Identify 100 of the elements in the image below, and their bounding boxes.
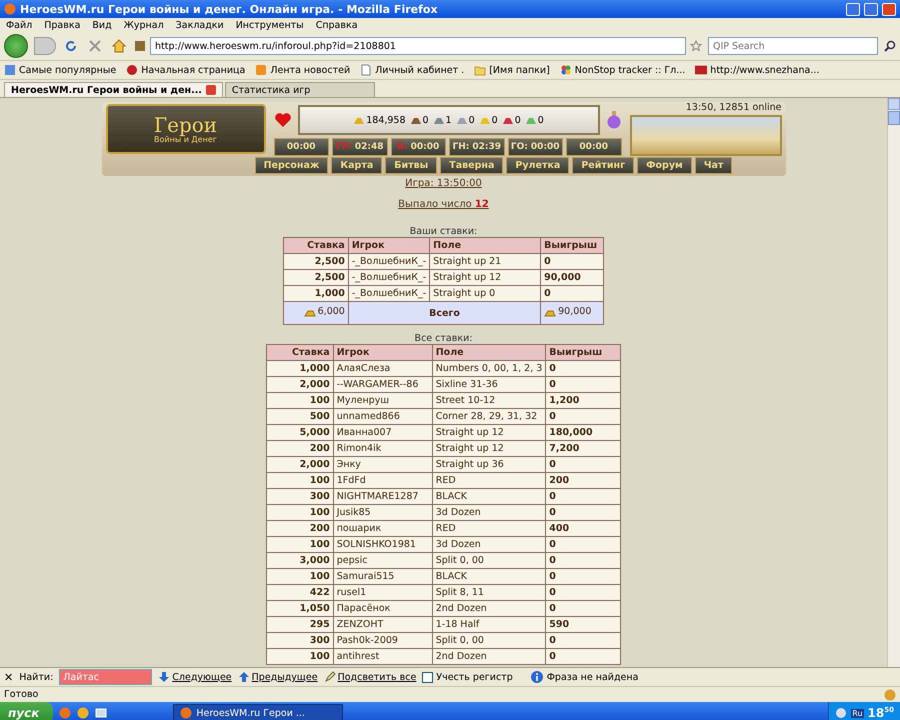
taskbar-button[interactable]: HeroesWM.ru Герои ... bbox=[173, 704, 344, 720]
table-cell: Straight up 12 bbox=[432, 424, 546, 440]
nav-button[interactable]: Рейтинг bbox=[572, 157, 634, 174]
search-field[interactable]: QIP Search bbox=[708, 37, 878, 55]
menu-item[interactable]: Журнал bbox=[124, 20, 164, 30]
nav-button[interactable]: Персонаж bbox=[254, 157, 328, 174]
bookmark-link[interactable]: http://www.snezhana... bbox=[695, 64, 820, 76]
site-icon bbox=[134, 40, 146, 52]
heart-icon[interactable] bbox=[274, 112, 292, 128]
table-cell: Split 8, 11 bbox=[432, 584, 546, 600]
table-cell: 3d Dozen bbox=[432, 536, 546, 552]
match-case-checkbox[interactable]: Учесть регистр bbox=[422, 672, 513, 682]
app-icon[interactable] bbox=[77, 707, 90, 719]
home-icon bbox=[112, 39, 126, 53]
timer: ГР: 02:48 bbox=[332, 138, 388, 156]
nav-button[interactable]: Битвы bbox=[385, 157, 438, 174]
table-cell: Straight up 12 bbox=[432, 440, 546, 456]
minimize-button[interactable] bbox=[846, 2, 860, 16]
menu-item[interactable]: Файл bbox=[6, 20, 32, 30]
table-cell: 200 bbox=[266, 440, 334, 456]
table-cell: 0 bbox=[546, 536, 621, 552]
table-cell: 0 bbox=[546, 376, 621, 392]
menu-item[interactable]: Вид bbox=[92, 20, 112, 30]
bookmark-link[interactable]: Самые популярные bbox=[4, 64, 116, 76]
bookmark-link[interactable]: Начальная страница bbox=[126, 64, 246, 76]
table-cell: 100 bbox=[266, 648, 334, 664]
maximize-button[interactable] bbox=[864, 2, 878, 16]
column-header: Игрок bbox=[348, 238, 430, 254]
stop-icon bbox=[89, 40, 101, 52]
table-cell: 0 bbox=[546, 488, 621, 504]
table-cell: АлаяСлеза bbox=[333, 360, 432, 376]
table-cell: 5,000 bbox=[266, 424, 334, 440]
highlight-all-button[interactable]: Подсветить все bbox=[324, 671, 416, 683]
nav-button[interactable]: Таверна bbox=[440, 157, 504, 174]
result-link[interactable]: Выпало число 12 bbox=[398, 199, 489, 210]
language-indicator[interactable]: Ru bbox=[851, 708, 864, 718]
forward-button[interactable] bbox=[34, 37, 56, 55]
table-cell: 1,000 bbox=[283, 286, 348, 302]
potion-icon[interactable] bbox=[606, 111, 622, 129]
table-cell: 0 bbox=[546, 568, 621, 584]
table-cell: 2,000 bbox=[266, 456, 334, 472]
close-button[interactable] bbox=[882, 2, 896, 16]
table-cell: 100 bbox=[266, 472, 334, 488]
home-button[interactable] bbox=[110, 37, 128, 55]
table-cell: 90,000 bbox=[540, 270, 604, 286]
flower-icon bbox=[560, 64, 572, 76]
table-cell: Pash0k-2009 bbox=[333, 632, 432, 648]
find-next-button[interactable]: Следующее bbox=[158, 671, 232, 683]
table-caption: Ваши ставки: bbox=[410, 226, 478, 237]
desktop-icon[interactable] bbox=[95, 707, 108, 719]
table-cell: 200 bbox=[546, 472, 621, 488]
back-button[interactable] bbox=[4, 34, 28, 58]
column-header: Выигрыш bbox=[546, 344, 621, 360]
browser-tab[interactable]: HeroesWM.ru Герои войны и ден... bbox=[4, 82, 223, 97]
folder-icon bbox=[474, 64, 486, 76]
table-cell: 2,500 bbox=[283, 254, 348, 270]
table-cell: Иванна007 bbox=[333, 424, 432, 440]
total-stake: 6,000 bbox=[318, 306, 345, 317]
menu-item[interactable]: Закладки bbox=[176, 20, 224, 30]
bookmark-link[interactable]: Личный кабинет . bbox=[360, 64, 464, 76]
resource-amount: 0 bbox=[538, 114, 544, 126]
address-field[interactable]: http://www.heroeswm.ru/inforoul.php?id=2108801 bbox=[150, 37, 686, 55]
scrollbar[interactable] bbox=[887, 98, 900, 667]
bookmark-link[interactable]: NonStop tracker :: Гл... bbox=[560, 64, 686, 76]
column-header: Поле bbox=[432, 344, 546, 360]
search-icon[interactable] bbox=[884, 40, 896, 52]
table-cell: 7,200 bbox=[546, 440, 621, 456]
table-cell: NIGHTMARE1287 bbox=[333, 488, 432, 504]
browser-icon bbox=[180, 707, 192, 719]
table-cell: 1,050 bbox=[266, 600, 334, 616]
find-previous-button[interactable]: Предыдущее bbox=[238, 671, 318, 683]
table-cell: 300 bbox=[266, 632, 334, 648]
menu-item[interactable]: Справка bbox=[316, 20, 358, 30]
nav-button[interactable]: Форум bbox=[637, 157, 692, 174]
browser-tab[interactable]: Статистика игр bbox=[224, 82, 375, 97]
table-cell: Rimon4ik bbox=[333, 440, 432, 456]
nav-button[interactable]: Чат bbox=[694, 157, 732, 174]
table-cell: 0 bbox=[546, 552, 621, 568]
table-cell: 1,200 bbox=[546, 392, 621, 408]
table-cell: 500 bbox=[266, 408, 334, 424]
find-label: Найти: bbox=[19, 672, 54, 682]
table-cell: -_ВолшебниК_- bbox=[348, 286, 430, 302]
menu-item[interactable]: Правка bbox=[44, 20, 80, 30]
bookmark-link[interactable]: [Имя папки] bbox=[474, 64, 550, 76]
table-cell: 1FdFd bbox=[333, 472, 432, 488]
menu-item[interactable]: Инструменты bbox=[236, 20, 304, 30]
bookmark-link[interactable]: Лента новостей bbox=[255, 64, 350, 76]
table-cell: BLACK bbox=[432, 568, 546, 584]
table-cell: 100 bbox=[266, 536, 334, 552]
game-time-link[interactable]: Игра: 13:50:00 bbox=[405, 178, 482, 189]
nav-button[interactable]: Рулетка bbox=[506, 157, 570, 174]
table-cell: Straight up 0 bbox=[430, 286, 541, 302]
tray-icon[interactable] bbox=[835, 707, 848, 719]
resource-amount: 1 bbox=[446, 114, 452, 126]
table-cell: SOLNISHKO1981 bbox=[333, 536, 432, 552]
table-cell: pepsic bbox=[333, 552, 432, 568]
browser-icon[interactable] bbox=[59, 707, 72, 719]
arrow-down-icon bbox=[158, 671, 170, 683]
table-cell: Street 10-12 bbox=[432, 392, 546, 408]
nav-button[interactable]: Карта bbox=[331, 157, 382, 174]
